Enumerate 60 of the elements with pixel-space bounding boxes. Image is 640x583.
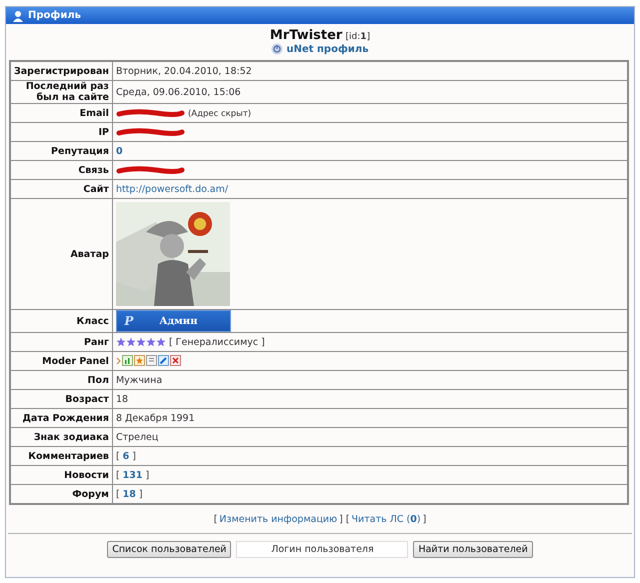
hidden-note: (Адрес скрыт) xyxy=(188,108,252,118)
field-label: Зарегистрирован xyxy=(10,61,112,80)
field-label: Moder Panel xyxy=(10,352,112,370)
field-label: Пол xyxy=(10,370,112,390)
field-label: Связь xyxy=(10,160,112,180)
field-label: Email xyxy=(10,104,112,122)
footer-link[interactable]: Изменить информацию xyxy=(219,514,338,525)
unet-profile-link[interactable]: uNet профиль xyxy=(286,44,369,54)
bracket-text: ] xyxy=(422,514,426,525)
redaction-mark xyxy=(116,164,186,175)
footer-link[interactable]: ) xyxy=(416,514,421,525)
pencil-icon[interactable] xyxy=(158,355,169,366)
page-icon[interactable] xyxy=(146,355,157,366)
redaction-mark xyxy=(116,108,186,118)
field-label: Возраст xyxy=(10,390,112,408)
bracket-text: [ xyxy=(214,514,218,525)
count-link[interactable]: 131 xyxy=(122,470,142,480)
star-icon xyxy=(146,336,156,347)
bracket-text: [ xyxy=(116,470,120,480)
login-field[interactable]: Логин пользователя xyxy=(236,541,408,558)
field-label: Ранг xyxy=(10,332,112,352)
redaction-mark xyxy=(116,126,186,137)
value-link[interactable]: 0 xyxy=(116,146,123,156)
star-icon[interactable] xyxy=(134,355,145,366)
unet-icon xyxy=(271,43,284,55)
count-link[interactable]: 18 xyxy=(122,488,136,500)
user-id: [id:1] xyxy=(346,32,370,42)
star-icon xyxy=(136,336,146,347)
bracket-text: ] xyxy=(138,488,143,500)
class-badge: P Админ xyxy=(116,310,231,332)
field-label: Репутация xyxy=(10,142,112,160)
bracket-text: [ xyxy=(116,450,120,462)
bracket-text: ] xyxy=(132,450,136,462)
bracket-text: [ xyxy=(116,488,120,500)
chart-icon[interactable] xyxy=(122,355,133,366)
footer-link[interactable]: Читать ЛС ( xyxy=(352,514,410,525)
bracket-text: ] [ xyxy=(339,514,350,525)
field-label: Аватар xyxy=(10,198,112,310)
user-icon xyxy=(12,10,24,22)
count-link[interactable]: 6 xyxy=(122,450,130,462)
field-label: Знак зодиака xyxy=(10,428,112,446)
star-icon xyxy=(126,336,136,347)
rank-text: [ Генералиссимус ] xyxy=(168,336,265,348)
field-label: IP xyxy=(10,122,112,142)
field-label: Новости xyxy=(10,466,112,484)
find-users-button[interactable]: Найти пользователей xyxy=(413,541,533,558)
value-link[interactable]: http://powersoft.do.am/ xyxy=(116,184,228,194)
user-list-button[interactable]: Список пользователей xyxy=(107,541,232,558)
star-icon xyxy=(116,336,126,347)
field-label: Комментариев xyxy=(10,446,112,466)
field-label: Класс xyxy=(10,310,112,332)
delete-icon[interactable] xyxy=(170,355,181,366)
field-label: Сайт xyxy=(10,180,112,198)
star-icon xyxy=(156,336,166,347)
window-title: Профиль xyxy=(28,10,81,21)
field-label: Последний раз был на сайте xyxy=(10,80,112,104)
bracket-text: ] xyxy=(146,470,150,480)
user-name: MrTwister xyxy=(270,28,342,43)
field-label: Дата Рождения xyxy=(10,408,112,428)
message-count-link[interactable]: 0 xyxy=(410,514,417,525)
